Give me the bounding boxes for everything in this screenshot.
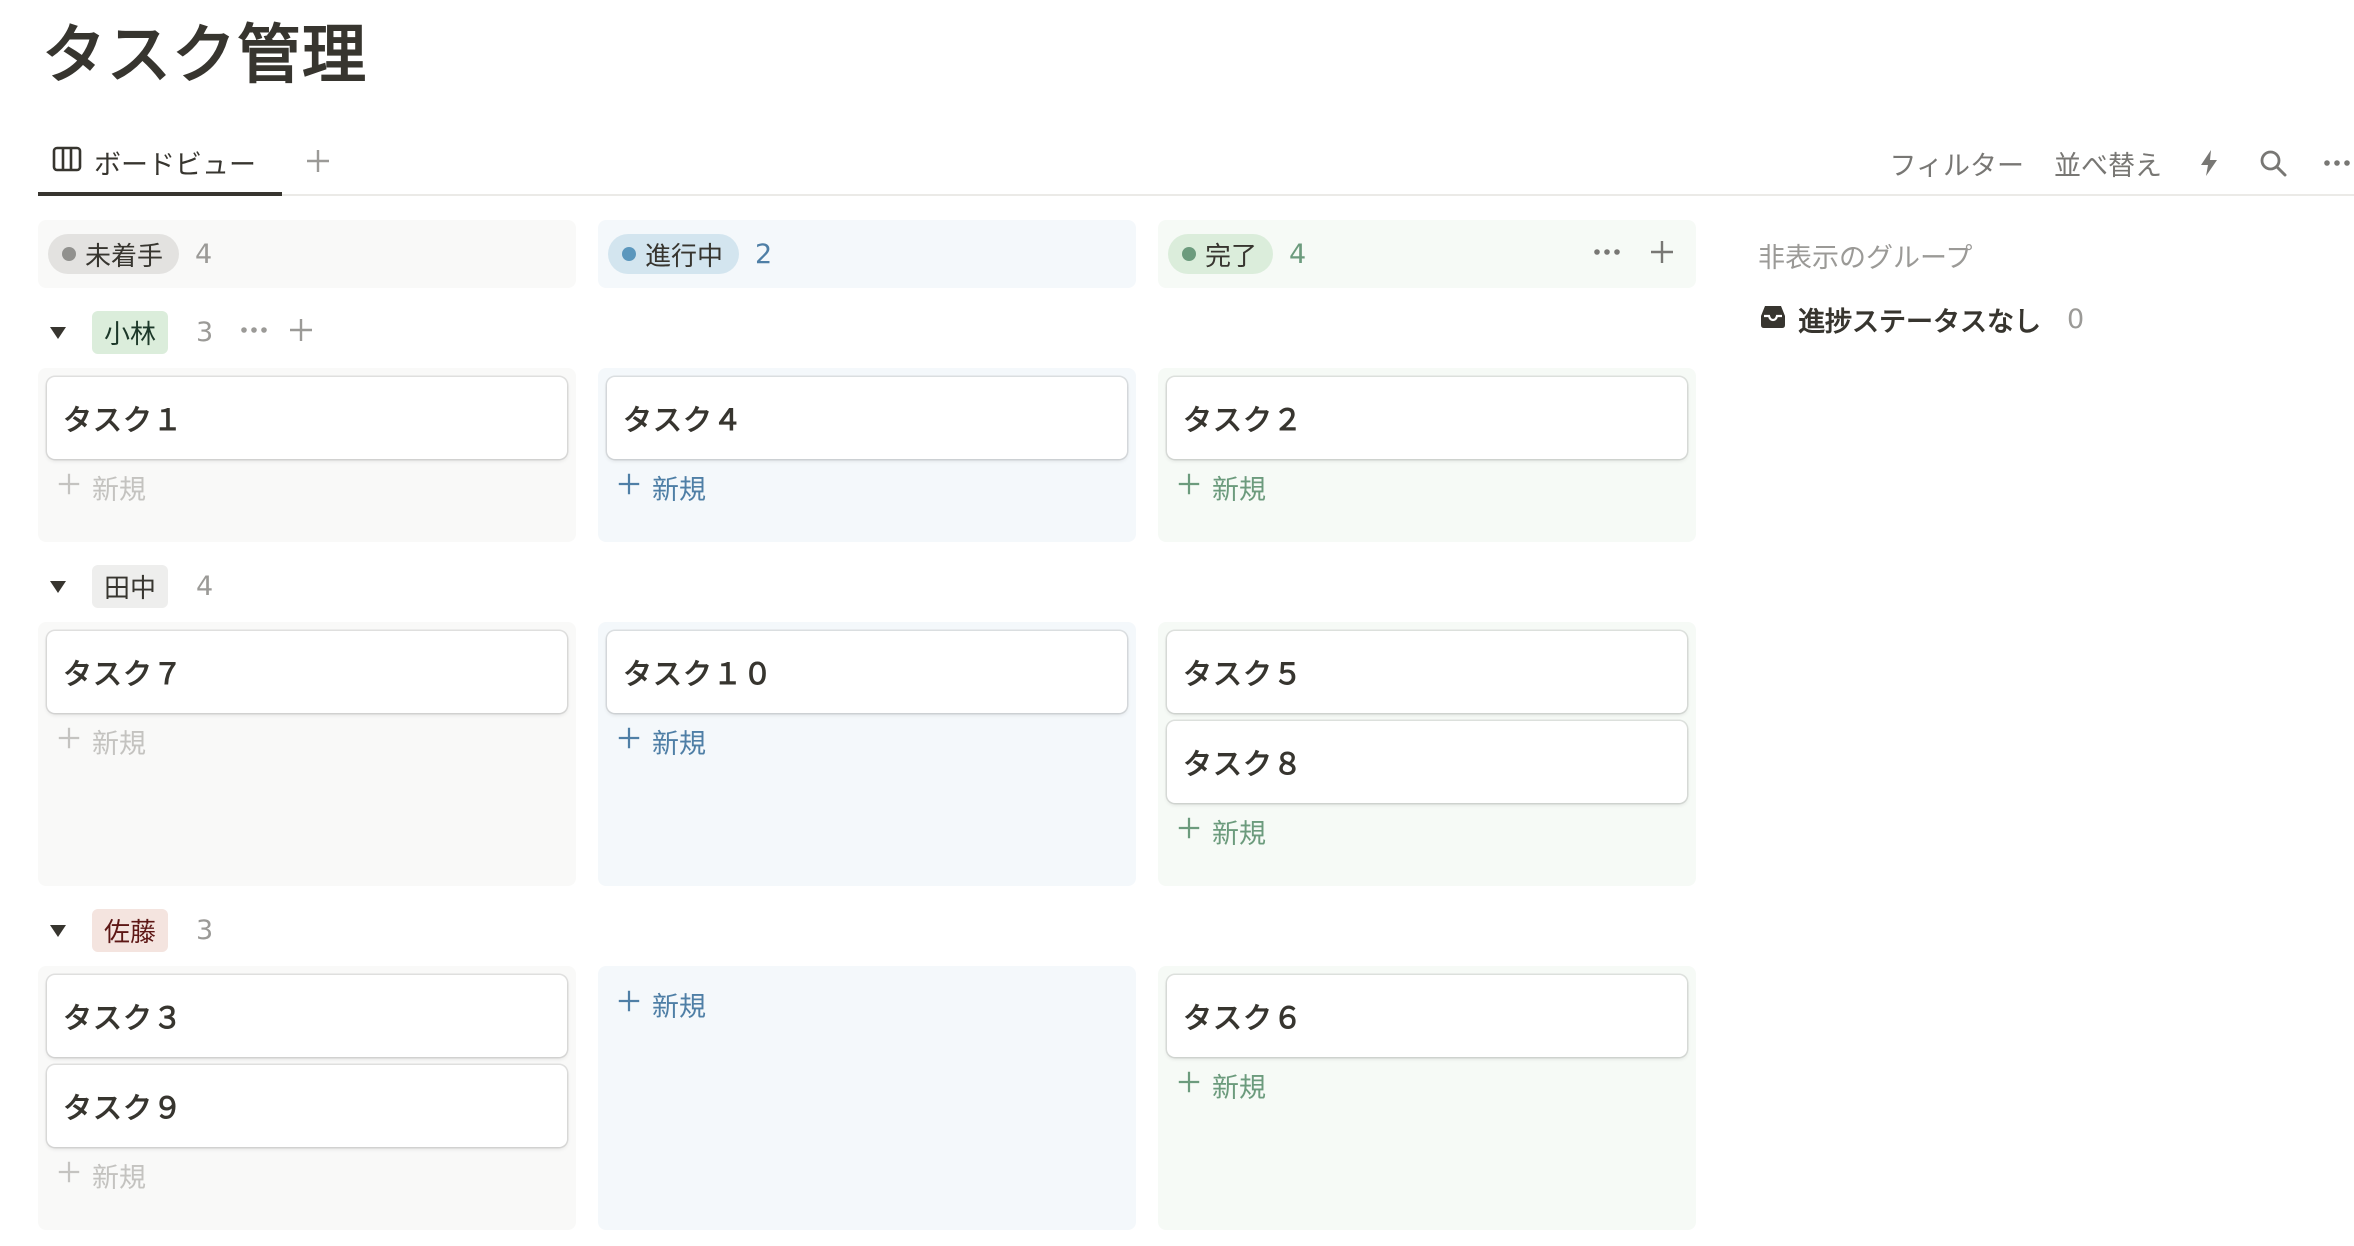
more-icon[interactable] bbox=[1592, 237, 1622, 271]
search-icon[interactable] bbox=[2256, 146, 2290, 180]
more-icon[interactable] bbox=[239, 315, 269, 349]
caret-down-icon[interactable] bbox=[42, 570, 74, 602]
group-tag[interactable]: 小林 bbox=[92, 310, 169, 354]
group-header: 田中 4 bbox=[42, 560, 213, 612]
status-dot bbox=[622, 247, 636, 261]
board-cell: タスク７ 新規 bbox=[38, 622, 576, 886]
column-actions bbox=[1592, 220, 1676, 288]
new-card-button[interactable]: 新規 bbox=[56, 1151, 146, 1199]
task-card[interactable]: タスク５ bbox=[1167, 631, 1687, 713]
view-toolbar: フィルター 並べ替え bbox=[1890, 132, 2354, 194]
new-card-button[interactable]: 新規 bbox=[616, 980, 706, 1028]
status-label: 進行中 bbox=[645, 241, 724, 272]
board-icon bbox=[52, 144, 82, 181]
group-header: 小林 3 bbox=[42, 306, 315, 358]
new-card-button[interactable]: 新規 bbox=[616, 717, 706, 765]
column-count: 4 bbox=[1289, 238, 1307, 270]
new-card-label: 新規 bbox=[1212, 474, 1266, 506]
status-pill[interactable]: 進行中 bbox=[608, 234, 740, 274]
plus-icon bbox=[304, 147, 332, 179]
status-label: 完了 bbox=[1205, 241, 1258, 272]
hidden-groups-title: 非表示のグループ bbox=[1758, 243, 1973, 274]
plus-icon bbox=[56, 471, 82, 504]
hidden-group-label: 進捗ステータスなし bbox=[1798, 307, 2041, 338]
task-card[interactable]: タスク１ bbox=[47, 377, 567, 459]
plus-icon bbox=[1176, 1069, 1202, 1102]
tab-board-view-label: ボードビュー bbox=[94, 149, 256, 181]
status-dot bbox=[1182, 247, 1196, 261]
plus-icon[interactable] bbox=[287, 316, 315, 348]
group-count: 3 bbox=[196, 316, 214, 348]
caret-down-icon[interactable] bbox=[42, 914, 74, 946]
tab-board-view[interactable]: ボードビュー bbox=[38, 132, 282, 196]
board-cell: タスク４ 新規 bbox=[598, 368, 1136, 542]
task-card[interactable]: タスク３ bbox=[47, 975, 567, 1057]
board-cell: タスク２ 新規 bbox=[1158, 368, 1696, 542]
task-card[interactable]: タスク１０ bbox=[607, 631, 1127, 713]
task-card[interactable]: タスク８ bbox=[1167, 721, 1687, 803]
board-cell: タスク６ 新規 bbox=[1158, 966, 1696, 1230]
plus-icon bbox=[1176, 471, 1202, 504]
status-pill[interactable]: 完了 bbox=[1168, 234, 1274, 274]
board-cell: タスク３ タスク９ 新規 bbox=[38, 966, 576, 1230]
view-tabs-bar: ボードビュー フィルター 並べ替え bbox=[38, 132, 2354, 196]
new-card-button[interactable]: 新規 bbox=[1176, 463, 1266, 511]
board-cell: タスク１ 新規 bbox=[38, 368, 576, 542]
column-count: 2 bbox=[755, 238, 773, 270]
plus-icon bbox=[616, 988, 642, 1021]
inbox-icon bbox=[1758, 301, 1788, 338]
task-card[interactable]: タスク６ bbox=[1167, 975, 1687, 1057]
board-page: タスク管理 ボードビュー フィルター 並べ替え 未着手 4 進行中 2 完了 4… bbox=[0, 0, 2354, 1246]
more-icon[interactable] bbox=[2320, 146, 2354, 180]
new-card-label: 新規 bbox=[652, 991, 706, 1023]
page-title: タスク管理 bbox=[42, 19, 367, 93]
group-header: 佐藤 3 bbox=[42, 904, 213, 956]
group-count: 4 bbox=[196, 570, 214, 602]
plus-icon bbox=[616, 725, 642, 758]
filter-button[interactable]: フィルター bbox=[1890, 144, 2024, 183]
new-card-button[interactable]: 新規 bbox=[1176, 1061, 1266, 1109]
board-cell: タスク５ タスク８ 新規 bbox=[1158, 622, 1696, 886]
task-card[interactable]: タスク９ bbox=[47, 1065, 567, 1147]
status-dot bbox=[62, 247, 76, 261]
column-header: 完了 4 bbox=[1158, 220, 1696, 288]
new-card-label: 新規 bbox=[92, 728, 146, 760]
plus-icon bbox=[56, 725, 82, 758]
status-label: 未着手 bbox=[85, 241, 164, 272]
new-card-button[interactable]: 新規 bbox=[56, 463, 146, 511]
plus-icon bbox=[1176, 815, 1202, 848]
hidden-group-no-status[interactable]: 進捗ステータスなし 0 bbox=[1758, 300, 2084, 339]
task-card[interactable]: タスク７ bbox=[47, 631, 567, 713]
add-view-button[interactable] bbox=[288, 132, 348, 194]
task-card[interactable]: タスク２ bbox=[1167, 377, 1687, 459]
new-card-label: 新規 bbox=[652, 728, 706, 760]
new-card-button[interactable]: 新規 bbox=[56, 717, 146, 765]
plus-icon bbox=[56, 1159, 82, 1192]
plus-icon[interactable] bbox=[1648, 238, 1676, 270]
sort-button[interactable]: 並べ替え bbox=[2054, 144, 2162, 183]
task-card[interactable]: タスク４ bbox=[607, 377, 1127, 459]
hidden-group-count: 0 bbox=[2067, 304, 2085, 335]
plus-icon bbox=[616, 471, 642, 504]
group-tag[interactable]: 佐藤 bbox=[92, 908, 169, 952]
board-cell: タスク１０ 新規 bbox=[598, 622, 1136, 886]
new-card-label: 新規 bbox=[1212, 1072, 1266, 1104]
board-cell: 新規 bbox=[598, 966, 1136, 1230]
new-card-button[interactable]: 新規 bbox=[616, 463, 706, 511]
new-card-button[interactable]: 新規 bbox=[1176, 807, 1266, 855]
lightning-icon[interactable] bbox=[2192, 146, 2226, 180]
caret-down-icon[interactable] bbox=[42, 316, 74, 348]
status-pill[interactable]: 未着手 bbox=[48, 234, 180, 274]
new-card-label: 新規 bbox=[1212, 818, 1266, 850]
column-header: 未着手 4 bbox=[38, 220, 576, 288]
group-tag[interactable]: 田中 bbox=[92, 564, 169, 608]
new-card-label: 新規 bbox=[652, 474, 706, 506]
new-card-label: 新規 bbox=[92, 1162, 146, 1194]
new-card-label: 新規 bbox=[92, 474, 146, 506]
column-header: 進行中 2 bbox=[598, 220, 1136, 288]
group-count: 3 bbox=[196, 914, 214, 946]
column-count: 4 bbox=[195, 238, 213, 270]
